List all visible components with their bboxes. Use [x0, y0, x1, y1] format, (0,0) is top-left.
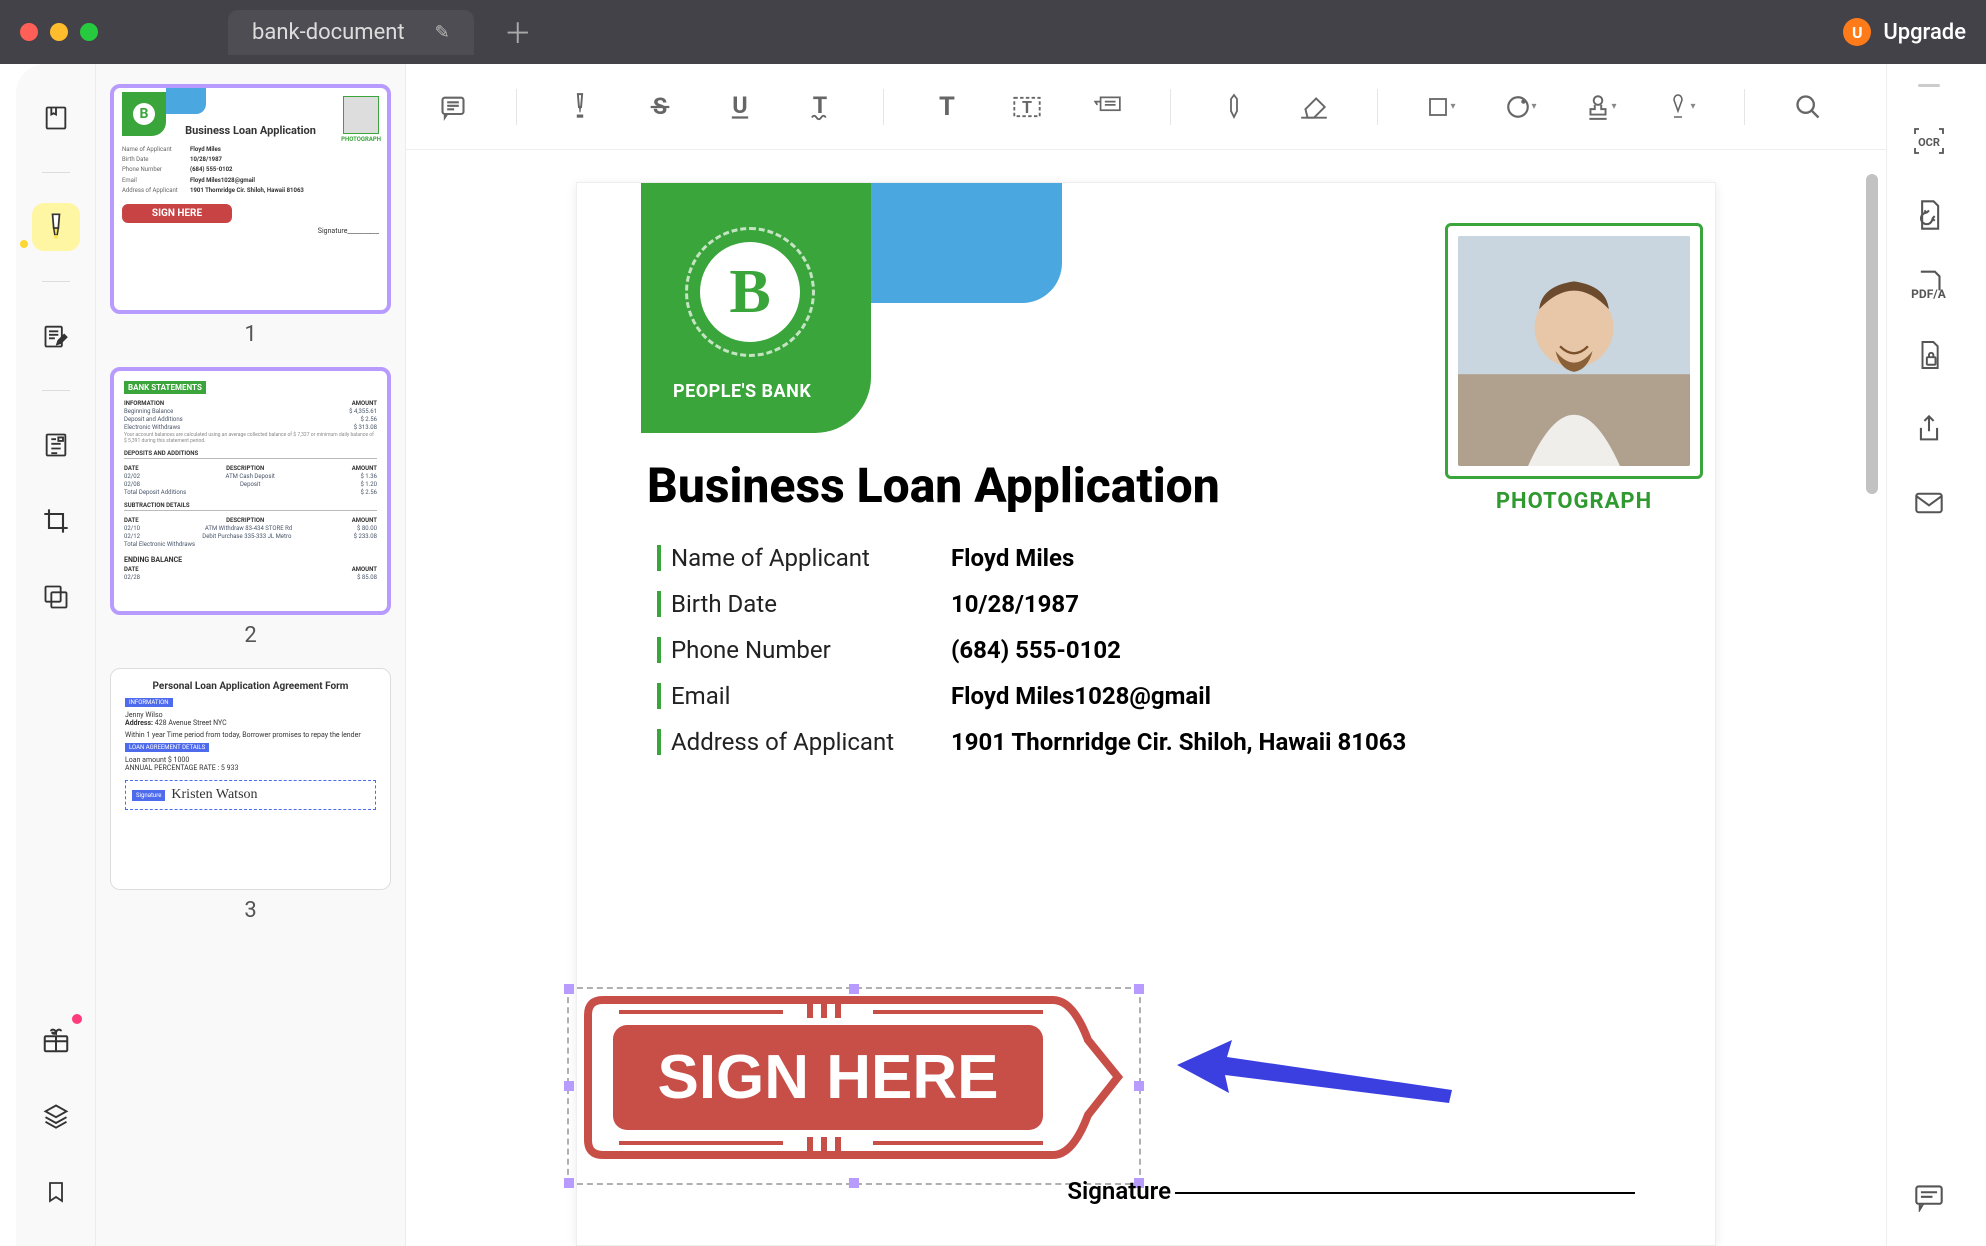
callout-tool-icon[interactable] [1090, 90, 1124, 124]
compare-tool[interactable] [32, 573, 80, 621]
main-area: S U T T T ▾ ▾ ▾ ▾ B [406, 64, 1886, 1246]
thumb-3-number: 3 [110, 898, 391, 923]
left-tool-rail [16, 64, 96, 1246]
thumb-2-number: 2 [110, 623, 391, 648]
thumbnail-panel: B PHOTOGRAPH Business Loan Application N… [96, 64, 406, 1246]
bank-name: PEOPLE'S BANK [673, 381, 811, 402]
layers-button[interactable] [32, 1092, 80, 1140]
collapse-handle[interactable] [1918, 84, 1940, 87]
svg-text:OCR: OCR [1918, 136, 1940, 149]
thumbnail-page-1[interactable]: B PHOTOGRAPH Business Loan Application N… [110, 84, 391, 314]
thumbnail-page-3[interactable]: Personal Loan Application Agreement Form… [110, 668, 391, 890]
upgrade-badge-icon: U [1843, 18, 1871, 46]
underline-tool-icon[interactable]: U [723, 90, 757, 124]
photograph-label: PHOTOGRAPH [1445, 489, 1703, 514]
pointer-arrow-icon [1177, 1035, 1457, 1119]
gift-button[interactable] [32, 1016, 80, 1064]
sign-tool-icon[interactable]: ▾ [1664, 90, 1698, 124]
field-row: Name of ApplicantFloyd Miles [657, 544, 1645, 572]
applicant-photo [1458, 236, 1690, 466]
upgrade-label: Upgrade [1883, 20, 1966, 45]
secure-button[interactable] [1909, 335, 1949, 375]
annotation-toolbar: S U T T T ▾ ▾ ▾ ▾ [406, 64, 1886, 150]
eraser-tool-icon[interactable] [1297, 90, 1331, 124]
comments-panel-button[interactable] [1909, 1178, 1949, 1218]
field-row: Phone Number(684) 555-0102 [657, 636, 1645, 664]
tab-title: bank-document [252, 20, 405, 45]
convert-button[interactable] [1909, 195, 1949, 235]
vertical-scrollbar[interactable] [1866, 174, 1878, 494]
text-tool-icon[interactable]: T [930, 90, 964, 124]
highlight-tool-icon[interactable] [563, 90, 597, 124]
pdfa-button[interactable]: PDF/A [1909, 269, 1949, 301]
svg-text:U: U [732, 93, 747, 119]
search-icon[interactable] [1791, 90, 1825, 124]
bookmark-button[interactable] [32, 1168, 80, 1216]
applicant-fields: Name of ApplicantFloyd Miles Birth Date1… [657, 544, 1645, 756]
stamp-tool-icon[interactable]: ▾ [1584, 90, 1618, 124]
titlebar: bank-document ✎ ＋ U Upgrade [0, 0, 1986, 64]
note-tool-icon[interactable] [436, 90, 470, 124]
window-controls [20, 23, 98, 41]
signature-line: Signature [1067, 1177, 1635, 1205]
textbox-tool-icon[interactable]: T [1010, 90, 1044, 124]
stamp-text: SIGN HERE [657, 1043, 998, 1112]
photograph-box: PHOTOGRAPH [1445, 223, 1703, 514]
thumb-1-number: 1 [110, 322, 391, 347]
new-tab-button[interactable]: ＋ [504, 12, 532, 52]
thumbnail-page-2[interactable]: BANK STATEMENTS INFORMATIONAMOUNT Beginn… [110, 367, 391, 615]
sign-here-stamp[interactable]: SIGN HERE [583, 990, 1123, 1169]
crop-tool[interactable] [32, 497, 80, 545]
document-tab[interactable]: bank-document ✎ [228, 10, 474, 55]
field-row: EmailFloyd Miles1028@gmail [657, 682, 1645, 710]
svg-text:T: T [939, 93, 955, 121]
page-1: B PEOPLE'S BANK [576, 182, 1716, 1246]
squiggly-tool-icon[interactable]: T [803, 90, 837, 124]
app-shell: B PHOTOGRAPH Business Loan Application N… [16, 64, 1970, 1246]
highlighter-tool[interactable] [32, 203, 80, 251]
close-window-button[interactable] [20, 23, 38, 41]
maximize-window-button[interactable] [80, 23, 98, 41]
upgrade-button[interactable]: U Upgrade [1843, 18, 1966, 46]
logo-letter: B [700, 242, 800, 342]
document-canvas[interactable]: B PEOPLE'S BANK [406, 150, 1886, 1246]
forms-tool[interactable] [32, 421, 80, 469]
bookmarks-tool[interactable] [32, 94, 80, 142]
share-button[interactable] [1909, 409, 1949, 449]
ocr-button[interactable]: OCR [1909, 121, 1949, 161]
rename-tab-icon[interactable]: ✎ [435, 22, 450, 43]
edit-text-tool[interactable] [32, 312, 80, 360]
oval-tool-icon[interactable]: ▾ [1504, 90, 1538, 124]
right-tool-rail: OCR PDF/A [1886, 64, 1970, 1246]
shape-tool-icon[interactable]: ▾ [1424, 90, 1458, 124]
field-row: Birth Date10/28/1987 [657, 590, 1645, 618]
mail-button[interactable] [1909, 483, 1949, 523]
svg-text:T: T [1022, 97, 1032, 116]
field-row: Address of Applicant1901 Thornridge Cir.… [657, 728, 1645, 756]
pen-tool-icon[interactable] [1217, 90, 1251, 124]
strikethrough-tool-icon[interactable]: S [643, 90, 677, 124]
minimize-window-button[interactable] [50, 23, 68, 41]
